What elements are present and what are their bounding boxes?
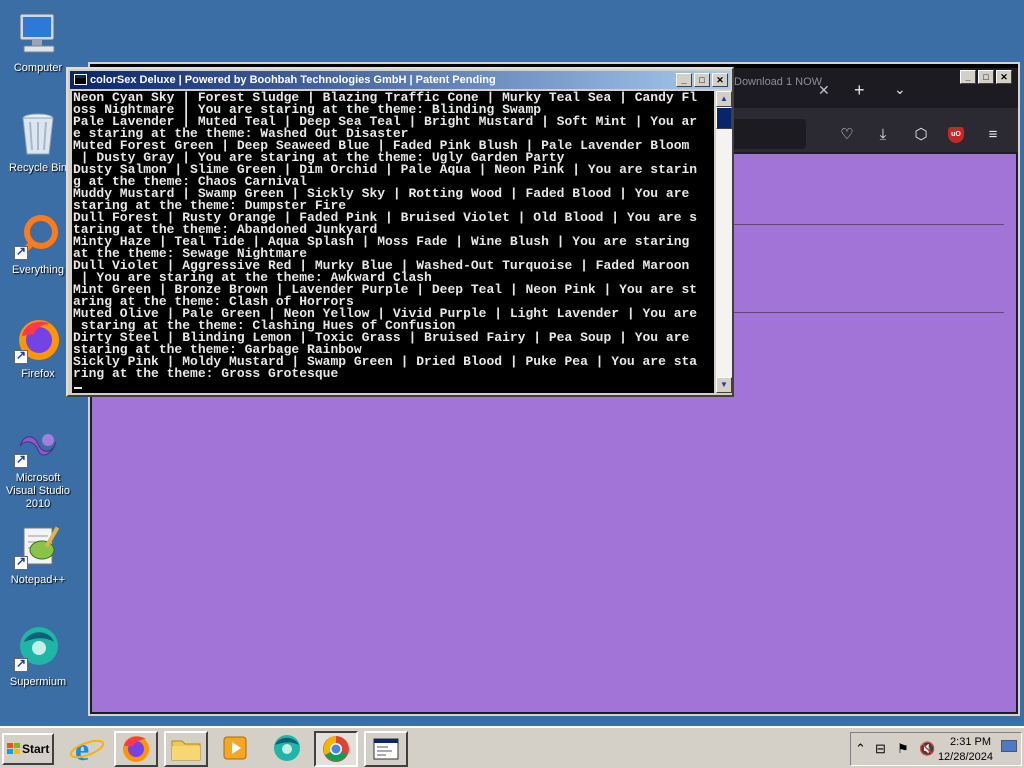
close-button[interactable]: ✕ [996, 70, 1012, 84]
computer-icon [14, 10, 62, 58]
tab-close-icon[interactable]: ✕ [818, 82, 830, 99]
taskbar-file-explorer[interactable] [164, 731, 208, 767]
scroll-up-arrow-icon[interactable]: ▲ [716, 91, 732, 107]
new-tab-icon[interactable]: + [854, 81, 865, 99]
supermium-icon [14, 624, 62, 672]
chevron-down-icon[interactable]: ⌄ [894, 81, 906, 98]
shortcut-arrow-icon [14, 244, 28, 260]
windows-logo-icon [7, 743, 21, 755]
desktop-icon-label: Notepad++ [10, 574, 66, 586]
close-button[interactable]: ✕ [712, 73, 728, 87]
browser-window-controls: _ □ ✕ [960, 70, 1012, 84]
notepad-plus-plus-icon [14, 522, 62, 570]
scroll-down-arrow-icon[interactable]: ▼ [716, 377, 732, 393]
desktop-icon-label: Firefox [21, 368, 55, 380]
console-title: colorSex Deluxe | Powered by Boohbah Tec… [90, 74, 496, 86]
shortcut-arrow-icon [14, 656, 28, 672]
console-app-icon[interactable] [74, 74, 87, 85]
desktop-icon-label: Microsoft Visual Studio 2010 [5, 472, 70, 510]
hamburger-menu-icon[interactable]: ≡ [982, 124, 1004, 146]
desktop-icon-label: Everything [12, 264, 64, 276]
show-desktop-icon[interactable] [1001, 740, 1017, 752]
console-window-controls: _ □ ✕ [676, 73, 728, 87]
internet-explorer-icon: e [69, 731, 105, 767]
folder-icon [171, 740, 201, 761]
minimize-button[interactable]: _ [960, 70, 976, 84]
desktop-icon-supermium[interactable]: Supermium [0, 624, 76, 689]
desktop-icon-firefox[interactable]: Firefox [0, 316, 76, 381]
clock-date[interactable]: 12/28/2024 [938, 751, 993, 763]
taskbar: Start e ⌃ ⊟ ⚑ 🔇 2:31 PM 12/28/2024 [0, 726, 1024, 768]
console-window[interactable]: colorSex Deluxe | Powered by Boohbah Tec… [66, 67, 734, 397]
taskbar-firefox[interactable] [114, 731, 158, 767]
ublock-origin-icon[interactable]: uO [948, 127, 964, 143]
action-center-flag-icon[interactable]: ⚑ [897, 741, 909, 757]
taskbar-console-window[interactable] [364, 731, 408, 767]
shortcut-arrow-icon [14, 554, 28, 570]
desktop-icon-label: Supermium [9, 676, 67, 688]
clock-time[interactable]: 2:31 PM [950, 736, 991, 748]
taskbar-media-player[interactable] [214, 731, 258, 767]
firefox-icon [14, 316, 62, 364]
visual-studio-icon [14, 420, 62, 468]
console-line: ring at the theme: Gross Grotesque [73, 366, 339, 381]
desktop-icon-computer[interactable]: Computer [0, 10, 76, 75]
scrollbar-thumb[interactable] [716, 107, 732, 129]
pocket-icon[interactable]: ♡ [836, 124, 858, 146]
shortcut-arrow-icon [14, 452, 28, 468]
extensions-icon[interactable]: ⬡ [910, 124, 932, 146]
desktop-icon-everything[interactable]: Everything [0, 212, 76, 277]
volume-muted-icon[interactable]: 🔇 [919, 741, 935, 757]
firefox-icon [123, 736, 149, 762]
maximize-button[interactable]: □ [978, 70, 994, 84]
url-bar[interactable] [728, 119, 806, 149]
console-output-text: Neon Cyan Sky | Forest Sludge | Blazing … [73, 91, 713, 381]
page-divider [732, 312, 1004, 313]
console-window-icon [373, 738, 399, 760]
console-titlebar[interactable]: colorSex Deluxe | Powered by Boohbah Tec… [70, 71, 730, 89]
taskbar-internet-explorer[interactable]: e [66, 731, 110, 767]
desktop-icon-visual-studio[interactable]: Microsoft Visual Studio 2010 [0, 420, 76, 511]
start-label: Start [22, 742, 50, 756]
desktop-icon-label: Recycle Bin [8, 162, 68, 174]
desktop-icon-notepad-plus-plus[interactable]: Notepad++ [0, 522, 76, 587]
minimize-button[interactable]: _ [676, 73, 692, 87]
start-button[interactable]: Start [2, 733, 54, 765]
maximize-button[interactable]: □ [694, 73, 710, 87]
taskbar-supermium[interactable] [266, 731, 310, 767]
svg-text:e: e [75, 732, 89, 766]
desktop-icon-label: Computer [13, 62, 63, 74]
console-output-area[interactable]: Neon Cyan Sky | Forest Sludge | Blazing … [72, 91, 714, 393]
network-icon[interactable]: ⊟ [875, 741, 886, 757]
desktop-icon-recycle-bin[interactable]: Recycle Bin [0, 110, 76, 175]
page-divider [732, 224, 1004, 225]
recycle-bin-icon [14, 110, 62, 158]
chrome-icon [323, 736, 349, 762]
supermium-icon [274, 735, 300, 761]
show-hidden-icons-icon[interactable]: ⌃ [855, 741, 866, 757]
system-tray: ⌃ ⊟ ⚑ 🔇 2:31 PM 12/28/2024 [850, 732, 1022, 766]
shortcut-arrow-icon [14, 348, 28, 364]
taskbar-chrome[interactable] [314, 731, 358, 767]
download-icon[interactable]: ⤓ [872, 124, 894, 146]
console-cursor [74, 387, 82, 389]
console-scrollbar[interactable]: ▲ ▼ [716, 91, 732, 393]
everything-search-icon [14, 212, 62, 260]
media-player-icon [223, 736, 247, 760]
